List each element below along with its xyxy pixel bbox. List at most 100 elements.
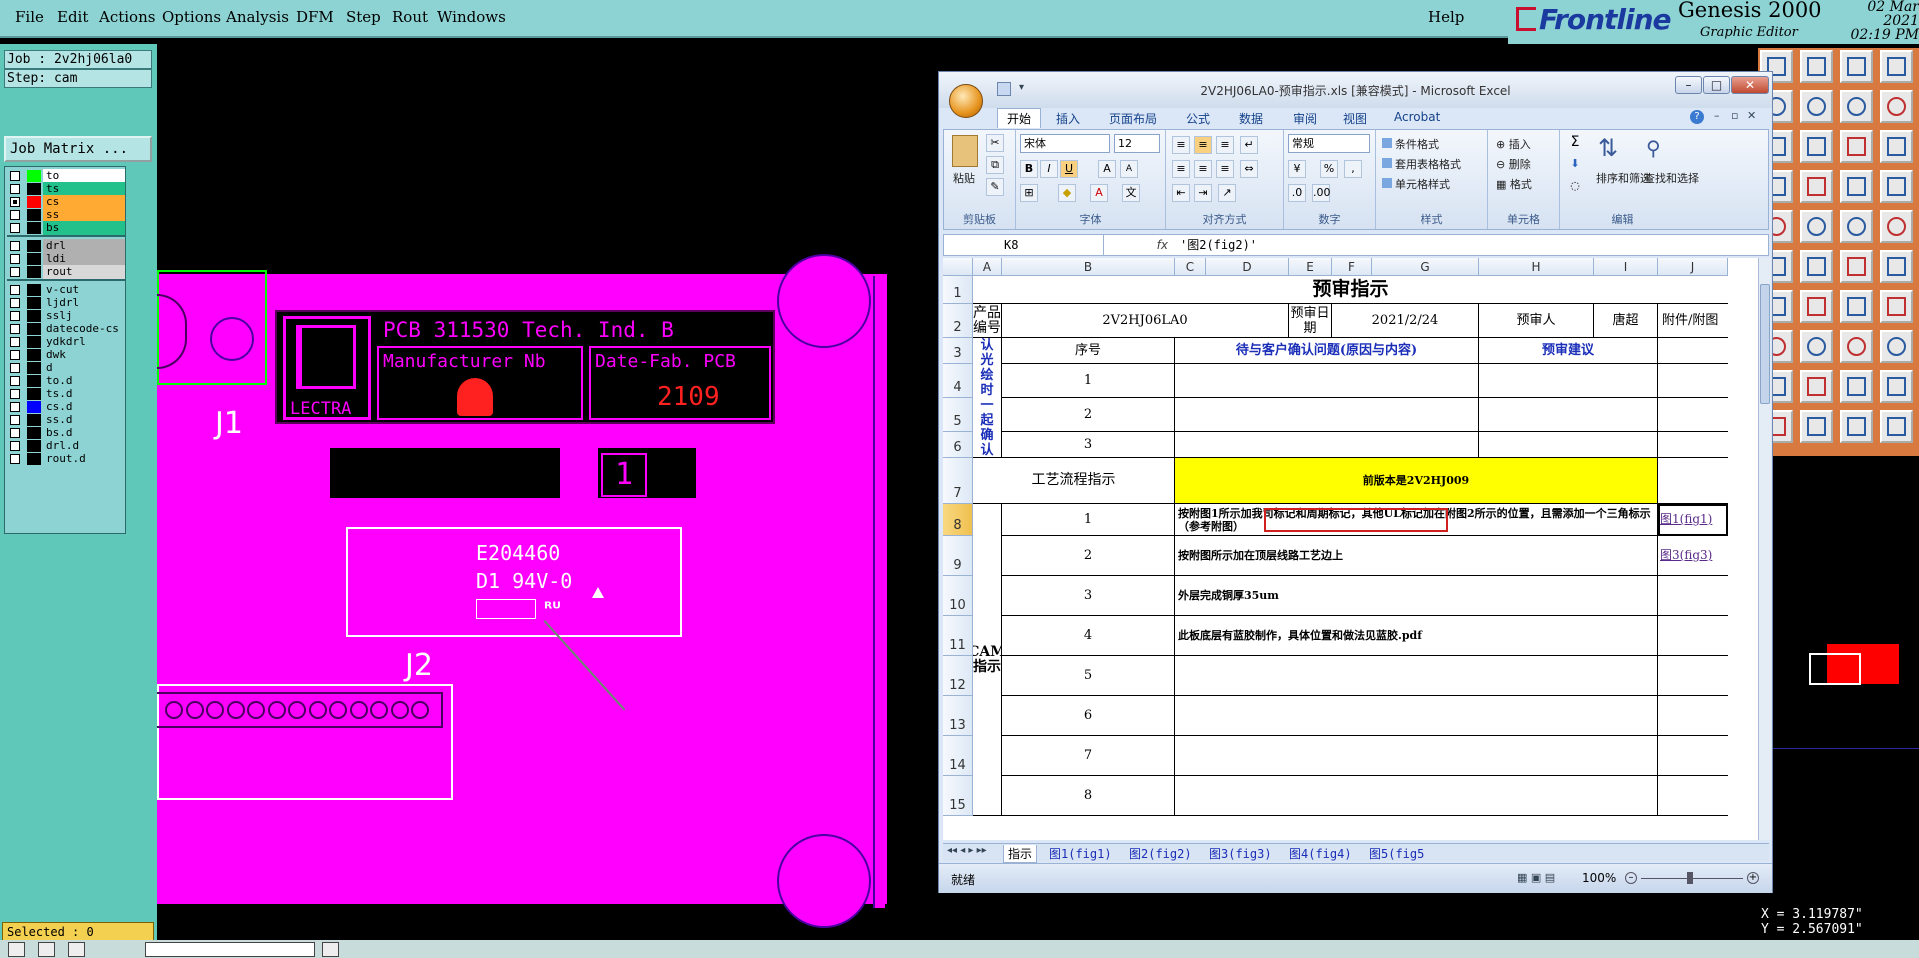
layer-checkbox[interactable] bbox=[10, 184, 20, 194]
cell[interactable]: 序号 bbox=[1002, 338, 1175, 364]
column-header[interactable]: A bbox=[973, 258, 1002, 276]
row-header[interactable]: 3 bbox=[943, 338, 973, 364]
layer-row[interactable]: ts bbox=[7, 182, 125, 196]
cell[interactable]: 此板底层有蓝胶制作，具体位置和做法见蓝胶.pdf bbox=[1175, 616, 1658, 656]
excel-titlebar[interactable]: 2V2HJ06LA0-预审指示.xls [兼容模式] - Microsoft E… bbox=[939, 72, 1772, 108]
align-left-icon[interactable]: ≡ bbox=[1172, 160, 1190, 178]
autosum-icon[interactable]: Σ bbox=[1566, 134, 1584, 152]
column-header[interactable]: D bbox=[1206, 258, 1289, 276]
layer-row[interactable]: ldi bbox=[7, 252, 125, 266]
row-header[interactable]: 6 bbox=[943, 432, 973, 458]
cell[interactable] bbox=[1175, 364, 1479, 398]
column-header[interactable]: G bbox=[1372, 258, 1479, 276]
tab-insert[interactable]: 插入 bbox=[1056, 110, 1080, 127]
tab-home[interactable]: 开始 bbox=[997, 108, 1042, 128]
row-header[interactable]: 1 bbox=[943, 276, 973, 304]
tab-formulas[interactable]: 公式 bbox=[1186, 110, 1210, 127]
percent-icon[interactable]: % bbox=[1320, 160, 1338, 178]
layer-row[interactable]: ljdrl bbox=[7, 296, 125, 310]
row-header[interactable]: 15 bbox=[943, 776, 973, 816]
cell[interactable] bbox=[1658, 656, 1728, 696]
ribbon-minimize-icon[interactable]: – bbox=[1714, 109, 1720, 122]
number-format-select[interactable]: 常规 bbox=[1288, 134, 1370, 153]
cell-style-button[interactable]: 单元格样式 bbox=[1382, 176, 1450, 192]
currency-icon[interactable]: ¥ bbox=[1288, 160, 1306, 178]
palette-tool-7-2-icon[interactable] bbox=[1840, 330, 1873, 363]
bottom-input[interactable] bbox=[145, 942, 315, 957]
align-bottom-icon[interactable]: ≡ bbox=[1216, 136, 1234, 154]
layer-row[interactable]: to.d bbox=[7, 374, 125, 388]
job-matrix-button[interactable]: Job Matrix ... bbox=[4, 136, 152, 162]
column-header[interactable]: C bbox=[1175, 258, 1206, 276]
palette-tool-9-2-icon[interactable] bbox=[1840, 410, 1873, 443]
column-header[interactable]: B bbox=[1002, 258, 1175, 276]
cell[interactable] bbox=[1175, 432, 1479, 458]
cell[interactable]: 预审人 bbox=[1479, 304, 1594, 338]
column-header[interactable]: I bbox=[1594, 258, 1658, 276]
layer-checkbox[interactable] bbox=[10, 324, 20, 334]
cell[interactable]: 8 bbox=[1002, 776, 1175, 816]
layer-row[interactable]: ss.d bbox=[7, 413, 125, 427]
column-header[interactable]: F bbox=[1332, 258, 1372, 276]
sort-filter-icon[interactable]: ⇅ bbox=[1598, 134, 1618, 162]
layer-row[interactable]: ts.d bbox=[7, 387, 125, 401]
cell[interactable]: 2 bbox=[1002, 398, 1175, 432]
layer-checkbox[interactable] bbox=[10, 298, 20, 308]
ribbon-close-icon[interactable]: ✕ bbox=[1747, 109, 1756, 122]
layer-row[interactable]: v-cut bbox=[7, 283, 125, 297]
palette-tool-0-2-icon[interactable] bbox=[1840, 50, 1873, 83]
layer-checkbox[interactable] bbox=[10, 441, 20, 451]
layer-checkbox[interactable] bbox=[10, 337, 20, 347]
layer-checkbox[interactable] bbox=[10, 171, 20, 181]
layer-row[interactable]: to bbox=[7, 169, 125, 183]
cell[interactable] bbox=[1175, 736, 1658, 776]
palette-tool-9-3-icon[interactable] bbox=[1880, 410, 1913, 443]
palette-tool-5-3-icon[interactable] bbox=[1880, 250, 1913, 283]
border-icon[interactable]: ⊞ bbox=[1020, 184, 1038, 202]
column-header[interactable]: E bbox=[1289, 258, 1332, 276]
cell[interactable] bbox=[1658, 458, 1728, 504]
increase-indent-icon[interactable]: ⇥ bbox=[1194, 184, 1212, 202]
layer-checkbox[interactable] bbox=[10, 311, 20, 321]
row-header[interactable]: 7 bbox=[943, 458, 973, 504]
phonetic-icon[interactable]: 文 bbox=[1122, 184, 1140, 202]
row-header[interactable]: 14 bbox=[943, 736, 973, 776]
layer-row[interactable]: bs.d bbox=[7, 426, 125, 440]
menu-windows[interactable]: Windows bbox=[437, 8, 506, 26]
tab-data[interactable]: 数据 bbox=[1239, 110, 1263, 127]
zoom-in-icon[interactable]: + bbox=[1747, 872, 1759, 884]
excel-window[interactable]: 2V2HJ06LA0-预审指示.xls [兼容模式] - Microsoft E… bbox=[938, 71, 1773, 893]
row-header[interactable]: 2 bbox=[943, 304, 973, 338]
sheet-tab[interactable]: 图1(fig1) bbox=[1049, 845, 1112, 862]
align-center-icon[interactable]: ≡ bbox=[1194, 160, 1212, 178]
font-size-select[interactable]: 12 bbox=[1114, 134, 1160, 153]
palette-tool-3-1-icon[interactable] bbox=[1800, 170, 1833, 203]
sort-filter-button[interactable]: 排序和筛选 bbox=[1596, 172, 1651, 185]
cell[interactable] bbox=[1658, 432, 1728, 458]
cell[interactable]: 7 bbox=[1002, 736, 1175, 776]
palette-tool-1-1-icon[interactable] bbox=[1800, 90, 1833, 123]
layer-row[interactable]: cs.d bbox=[7, 400, 125, 414]
spreadsheet-grid[interactable]: A B C D E F G H I J 1 2 3 4 5 6 7 8 9 10 11 12 13 14 15 预审指示 产品编号 2… bbox=[943, 258, 1758, 840]
menu-analysis[interactable]: Analysis bbox=[226, 8, 289, 26]
align-right-icon[interactable]: ≡ bbox=[1216, 160, 1234, 178]
menu-help[interactable]: Help bbox=[1428, 8, 1464, 26]
cell[interactable]: 预审指示 bbox=[973, 276, 1728, 304]
cell[interactable]: 待确认光绘时一起确认问题 bbox=[973, 338, 1002, 458]
increase-decimal-icon[interactable]: .0 bbox=[1288, 184, 1306, 202]
row-header[interactable]: 11 bbox=[943, 616, 973, 656]
clear-icon[interactable]: ◌ bbox=[1566, 178, 1584, 196]
vertical-scrollbar[interactable] bbox=[1758, 258, 1771, 840]
cell[interactable] bbox=[1658, 398, 1728, 432]
cell[interactable]: 按附图所示加在顶层线路工艺边上 bbox=[1175, 536, 1658, 576]
layer-row[interactable]: rout bbox=[7, 265, 125, 279]
row-header[interactable]: 5 bbox=[943, 398, 973, 432]
menu-step[interactable]: Step bbox=[346, 8, 381, 26]
cell[interactable]: 图3(fig3) bbox=[1658, 536, 1728, 576]
palette-tool-4-3-icon[interactable] bbox=[1880, 210, 1913, 243]
sheet-tab[interactable]: 图2(fig2) bbox=[1129, 845, 1192, 862]
layer-checkbox[interactable] bbox=[10, 376, 20, 386]
fill-color-icon[interactable]: ◆ bbox=[1058, 184, 1076, 202]
cell[interactable] bbox=[1175, 398, 1479, 432]
layer-row[interactable]: dwk bbox=[7, 348, 125, 362]
